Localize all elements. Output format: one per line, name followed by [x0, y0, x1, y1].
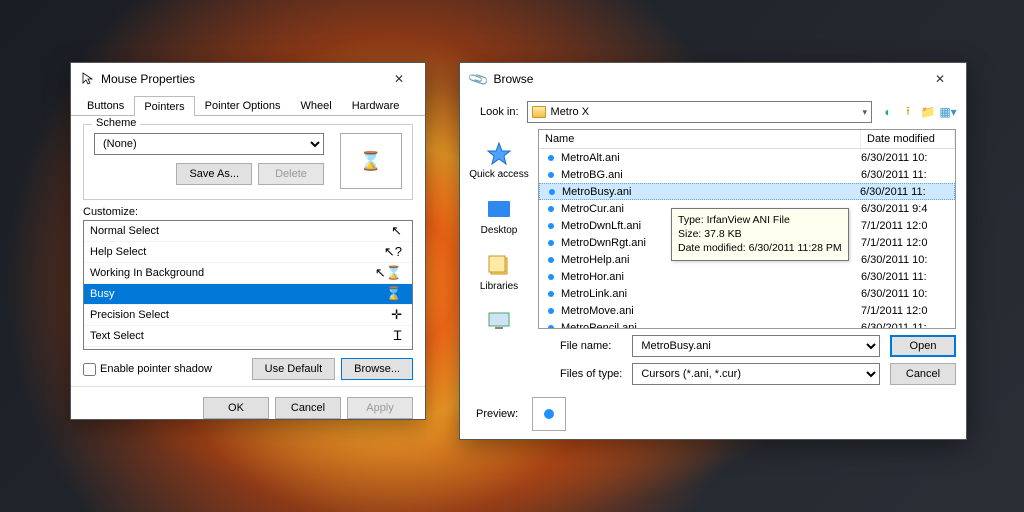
- places-libraries[interactable]: Libraries: [466, 249, 532, 295]
- folder-icon: [532, 106, 546, 118]
- enable-shadow-checkbox[interactable]: Enable pointer shadow: [83, 363, 212, 376]
- ani-file-icon: [543, 202, 558, 216]
- browse-dialog: 📎 Browse ✕ Look in: Metro X ▾ ◐ ⭱ 📁 ▦▾ Q…: [459, 62, 967, 440]
- cursor-list[interactable]: Normal Select↖Help Select↖?Working In Ba…: [83, 220, 413, 350]
- file-row[interactable]: MetroMove.ani7/1/2011 12:0: [539, 302, 955, 319]
- cursor-list-item[interactable]: Help Select↖?: [84, 242, 412, 263]
- browse-button[interactable]: Browse...: [341, 358, 413, 380]
- file-list-header[interactable]: Name Date modified: [539, 130, 955, 149]
- file-row[interactable]: MetroBG.ani6/30/2011 11:: [539, 166, 955, 183]
- close-button[interactable]: ✕: [918, 69, 962, 89]
- places-bar: Quick accessDesktopLibrariesThis PCNetwo…: [460, 129, 538, 329]
- ani-file-icon: [543, 253, 558, 267]
- file-row[interactable]: MetroAlt.ani6/30/2011 10:: [539, 149, 955, 166]
- cursor-icon: [81, 72, 95, 86]
- chevron-down-icon: ▾: [862, 107, 867, 118]
- window-title: Mouse Properties: [101, 72, 195, 86]
- scheme-preview: ⌛: [340, 133, 402, 189]
- cursor-list-item[interactable]: Busy⌛: [84, 284, 412, 305]
- ani-file-icon: [543, 236, 558, 250]
- file-tooltip: Type: IrfanView ANI File Size: 37.8 KB D…: [671, 208, 849, 261]
- scheme-label: Scheme: [92, 117, 140, 129]
- tab-pointer-options[interactable]: Pointer Options: [195, 95, 291, 115]
- places-this-pc[interactable]: This PC: [466, 305, 532, 329]
- scheme-select[interactable]: (None): [94, 133, 324, 155]
- scheme-group: Scheme (None) Save As... Delete ⌛: [83, 124, 413, 200]
- filetype-select[interactable]: Cursors (*.ani, *.cur): [632, 363, 880, 385]
- ani-file-icon: [543, 287, 558, 301]
- cursor-list-item[interactable]: Working In Background↖⌛: [84, 263, 412, 284]
- places-desktop[interactable]: Desktop: [466, 193, 532, 239]
- libraries-icon: [484, 252, 514, 278]
- file-row[interactable]: MetroBusy.ani6/30/2011 11:: [539, 183, 955, 200]
- close-button[interactable]: ✕: [377, 69, 421, 89]
- ani-file-icon: [543, 168, 558, 182]
- look-in-label: Look in:: [480, 106, 519, 118]
- cursor-list-item[interactable]: Text SelectᏆ: [84, 326, 412, 347]
- customize-label: Customize:: [83, 206, 413, 218]
- filename-label: File name:: [560, 340, 622, 352]
- save-as-button[interactable]: Save As...: [176, 163, 252, 185]
- ani-file-icon: [543, 219, 558, 233]
- ani-file-icon: [543, 270, 558, 284]
- paperclip-icon: 📎: [467, 67, 491, 90]
- cursor-list-item[interactable]: Precision Select✛: [84, 305, 412, 326]
- cursor-list-item[interactable]: Normal Select↖: [84, 221, 412, 242]
- ani-file-icon: [543, 304, 558, 318]
- filetype-label: Files of type:: [560, 368, 622, 380]
- titlebar[interactable]: Mouse Properties ✕: [71, 63, 425, 95]
- tab-pointers[interactable]: Pointers: [134, 96, 194, 116]
- apply-button[interactable]: Apply: [347, 397, 413, 419]
- views-icon[interactable]: ▦▾: [940, 104, 956, 120]
- hourglass-icon: ⌛: [360, 151, 382, 172]
- cancel-button[interactable]: Cancel: [275, 397, 341, 419]
- ani-file-icon: [543, 151, 558, 165]
- tab-buttons[interactable]: Buttons: [77, 95, 134, 115]
- file-row[interactable]: MetroPencil.ani6/30/2011 11:: [539, 319, 955, 328]
- busy-dot-icon: [544, 409, 554, 419]
- ani-file-icon: [543, 321, 558, 329]
- back-icon[interactable]: ◐: [880, 104, 896, 120]
- pc-icon: [484, 308, 514, 329]
- tabs: Buttons Pointers Pointer Options Wheel H…: [71, 95, 425, 116]
- delete-button[interactable]: Delete: [258, 163, 324, 185]
- file-row[interactable]: MetroLink.ani6/30/2011 10:: [539, 285, 955, 302]
- use-default-button[interactable]: Use Default: [252, 358, 335, 380]
- file-list-panel: Name Date modified MetroAlt.ani6/30/2011…: [538, 129, 956, 329]
- open-button[interactable]: Open: [890, 335, 956, 357]
- cancel-button[interactable]: Cancel: [890, 363, 956, 385]
- cursor-preview: [532, 397, 566, 431]
- filename-input[interactable]: MetroBusy.ani: [632, 335, 880, 357]
- tab-hardware[interactable]: Hardware: [342, 95, 410, 115]
- ani-file-icon: [544, 185, 559, 199]
- up-icon[interactable]: ⭱: [900, 104, 916, 120]
- titlebar[interactable]: 📎 Browse ✕: [460, 63, 966, 95]
- star-icon: [484, 140, 514, 166]
- tab-wheel[interactable]: Wheel: [291, 95, 342, 115]
- window-title: Browse: [493, 72, 533, 86]
- new-folder-icon[interactable]: 📁: [920, 104, 936, 120]
- file-row[interactable]: MetroHor.ani6/30/2011 11:: [539, 268, 955, 285]
- desktop-icon: [484, 196, 514, 222]
- ok-button[interactable]: OK: [203, 397, 269, 419]
- places-quick-access[interactable]: Quick access: [466, 137, 532, 183]
- look-in-select[interactable]: Metro X ▾: [527, 101, 872, 123]
- mouse-properties-window: Mouse Properties ✕ Buttons Pointers Poin…: [70, 62, 426, 420]
- preview-label: Preview:: [476, 408, 518, 420]
